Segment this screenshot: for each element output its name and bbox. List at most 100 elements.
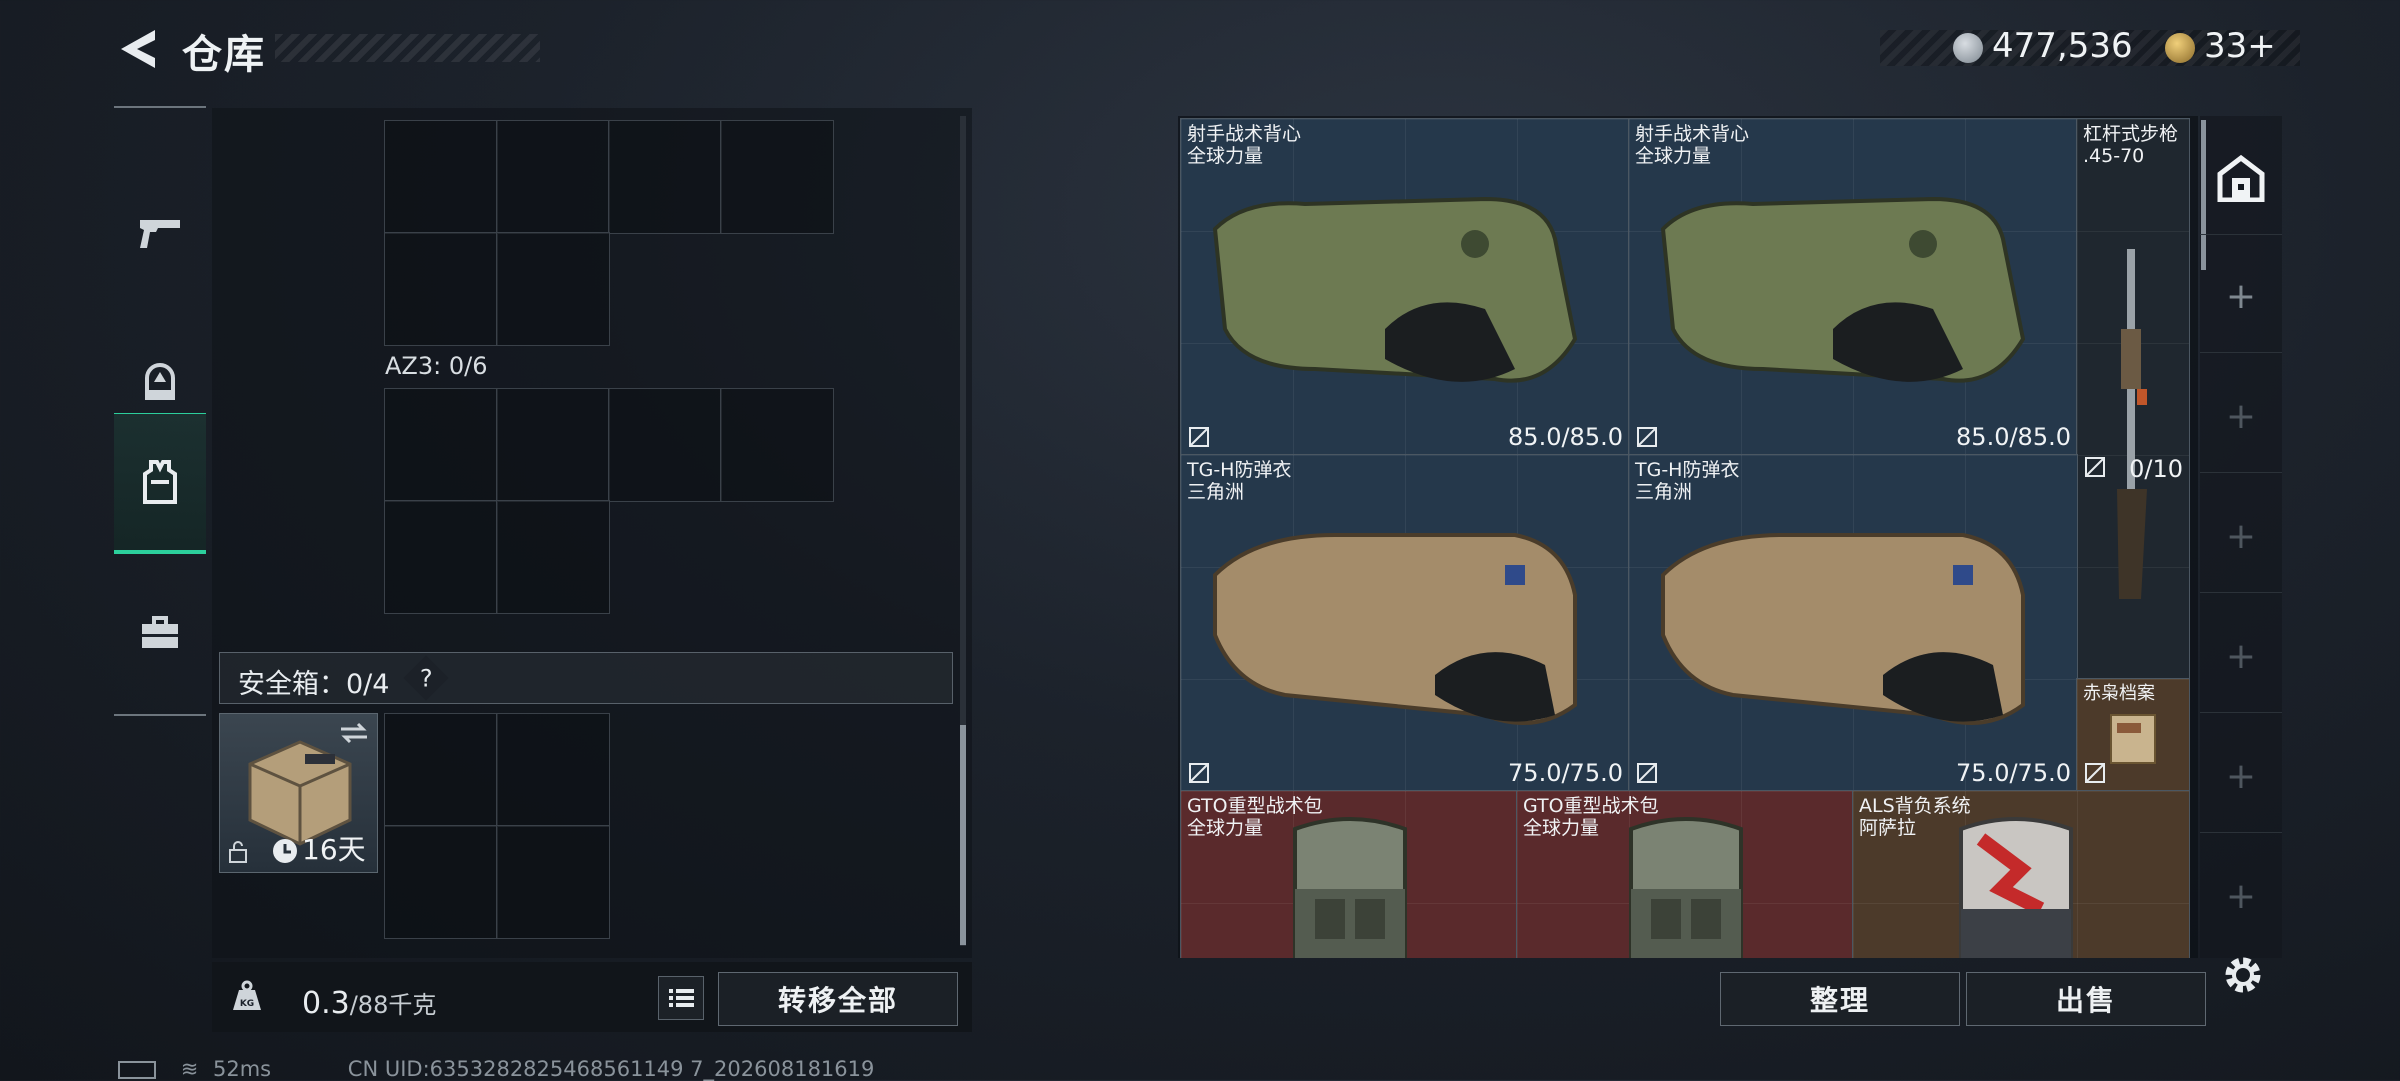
grid-cell[interactable] — [720, 120, 834, 234]
item-name: TG-H防弹衣 — [1187, 459, 1292, 481]
item-name: TG-H防弹衣 — [1635, 459, 1740, 481]
tab-weapons[interactable] — [114, 168, 206, 298]
svg-text:KG: KG — [240, 999, 254, 1009]
item-durability: 75.0/75.0 — [1956, 759, 2071, 787]
title-decoration — [275, 34, 540, 62]
no-insure-icon — [2085, 457, 2105, 477]
item-faction: 三角洲 — [1187, 481, 1245, 503]
container-capacity-label: AZ3: 0/6 — [385, 352, 488, 380]
stash-item[interactable]: GTO重型战术包 全球力量 — [1516, 790, 1854, 958]
item-durability: 75.0/75.0 — [1508, 759, 1623, 787]
grid-cell[interactable] — [496, 825, 610, 939]
warehouse-icon — [2217, 154, 2265, 202]
safebox-item[interactable]: 16天 — [219, 713, 378, 873]
armor-icon — [1212, 196, 1578, 383]
user-uid: CN UID:6353282825468561149 7_20260818161… — [347, 1057, 875, 1081]
armor-icon — [1661, 533, 2025, 725]
add-stash-page-button[interactable]: + — [2200, 480, 2282, 593]
battery-icon — [118, 1061, 156, 1079]
gear-icon[interactable] — [2220, 952, 2266, 998]
gold-coin-icon — [2165, 33, 2195, 63]
container-grid-az3 — [384, 388, 834, 614]
add-stash-page-button[interactable]: + — [2200, 720, 2282, 833]
item-name: 射手战术背心 — [1635, 123, 1750, 145]
item-name: 赤枭档案 — [2083, 683, 2155, 704]
item-durability: 85.0/85.0 — [1508, 423, 1623, 451]
document-icon — [2110, 714, 2156, 764]
no-insure-icon — [1189, 427, 1209, 447]
grid-cell[interactable] — [496, 500, 610, 614]
no-insure-icon — [2085, 763, 2105, 783]
item-faction: 全球力量 — [1187, 145, 1264, 167]
category-sidebar — [114, 106, 206, 716]
weight-display: 0.3/88千克 — [302, 985, 436, 1021]
stash-item[interactable]: GTO重型战术包 全球力量 — [1180, 790, 1518, 958]
clock-icon — [273, 839, 297, 863]
transfer-all-button[interactable]: 转移全部 — [718, 972, 958, 1026]
grid-cell[interactable] — [608, 120, 722, 234]
list-view-button[interactable] — [658, 976, 704, 1020]
grid-cell[interactable] — [384, 120, 498, 234]
status-bar: ≋ 52ms CN UID:6353282825468561149 7_2026… — [118, 1057, 874, 1081]
item-faction: 三角洲 — [1635, 481, 1693, 503]
add-stash-page-button[interactable]: + — [2200, 240, 2282, 353]
safebox-grid — [384, 713, 610, 939]
grid-cell[interactable] — [384, 713, 498, 827]
stash-item[interactable]: 赤枭档案 — [2076, 678, 2190, 792]
pistol-icon — [140, 220, 180, 248]
briefcase-icon — [142, 616, 178, 648]
left-scrollbar-thumb[interactable] — [960, 725, 966, 945]
item-durability: 85.0/85.0 — [1956, 423, 2071, 451]
wifi-icon: ≋ — [180, 1057, 199, 1081]
grid-cell[interactable] — [608, 388, 722, 502]
no-insure-icon — [1189, 763, 1209, 783]
stash-item[interactable]: 杠杆式步枪 .45-70 0/10 — [2076, 118, 2190, 680]
item-ammo-count: 0/10 — [2129, 455, 2183, 483]
armor-icon — [1660, 196, 2026, 383]
rifle-icon — [2117, 249, 2147, 599]
vest-icon — [143, 460, 177, 504]
page-title: 仓库 — [182, 32, 266, 78]
item-name: 射手战术背心 — [1187, 123, 1302, 145]
weight-capacity: /88千克 — [349, 991, 437, 1019]
add-stash-page-button[interactable]: + — [2200, 360, 2282, 473]
sell-button[interactable]: 出售 — [1966, 972, 2206, 1026]
add-stash-page-button[interactable]: + — [2200, 840, 2282, 952]
stash-item[interactable]: TG-H防弹衣 三角洲 75.0/75.0 — [1628, 454, 2078, 792]
silver-amount: 477,536 — [1992, 26, 2133, 66]
stash-grid: 射手战术背心 全球力量 85.0/85.0 射手战术背心 全球力量 85.0/85.… — [1180, 118, 2196, 958]
backpack-icon — [1959, 817, 2073, 958]
kg-icon: KG — [233, 980, 261, 1010]
stash-item[interactable]: TG-H防弹衣 三角洲 75.0/75.0 — [1180, 454, 1630, 792]
tab-armor[interactable] — [114, 413, 206, 554]
swap-icon[interactable] — [339, 722, 369, 744]
item-name: 杠杆式步枪 — [2083, 123, 2179, 145]
grid-cell[interactable] — [384, 825, 498, 939]
grid-cell[interactable] — [496, 388, 610, 502]
back-button[interactable] — [115, 26, 159, 72]
grid-cell[interactable] — [496, 713, 610, 827]
stash-item[interactable]: 射手战术背心 全球力量 85.0/85.0 — [1628, 118, 2078, 456]
grid-cell[interactable] — [720, 388, 834, 502]
item-faction: 全球力量 — [1635, 145, 1712, 167]
grid-cell[interactable] — [384, 388, 498, 502]
sort-button[interactable]: 整理 — [1720, 972, 1960, 1026]
stash-item[interactable]: ALS背负系统 阿萨拉 — [1852, 790, 2190, 958]
stash-page-main[interactable] — [2200, 122, 2282, 235]
tab-items[interactable] — [114, 568, 206, 698]
add-stash-page-button[interactable]: + — [2200, 600, 2282, 713]
stash-item[interactable]: 射手战术背心 全球力量 85.0/85.0 — [1180, 118, 1630, 456]
grid-cell[interactable] — [384, 232, 498, 346]
ping-value: 52ms — [212, 1057, 272, 1081]
grid-cell[interactable] — [496, 232, 610, 346]
silver-coin-icon — [1953, 33, 1983, 63]
gold-amount-button[interactable]: 33+ — [2204, 26, 2276, 66]
safebox-days-left: 16天 — [302, 833, 366, 866]
back-arrow-icon — [121, 30, 155, 68]
safebox-label: 安全箱：0/4 — [238, 669, 390, 700]
backpack-icon — [1629, 817, 1743, 958]
helmet-icon — [145, 363, 175, 400]
grid-cell[interactable] — [496, 120, 610, 234]
grid-cell[interactable] — [384, 500, 498, 614]
container-grid-top — [384, 120, 834, 346]
